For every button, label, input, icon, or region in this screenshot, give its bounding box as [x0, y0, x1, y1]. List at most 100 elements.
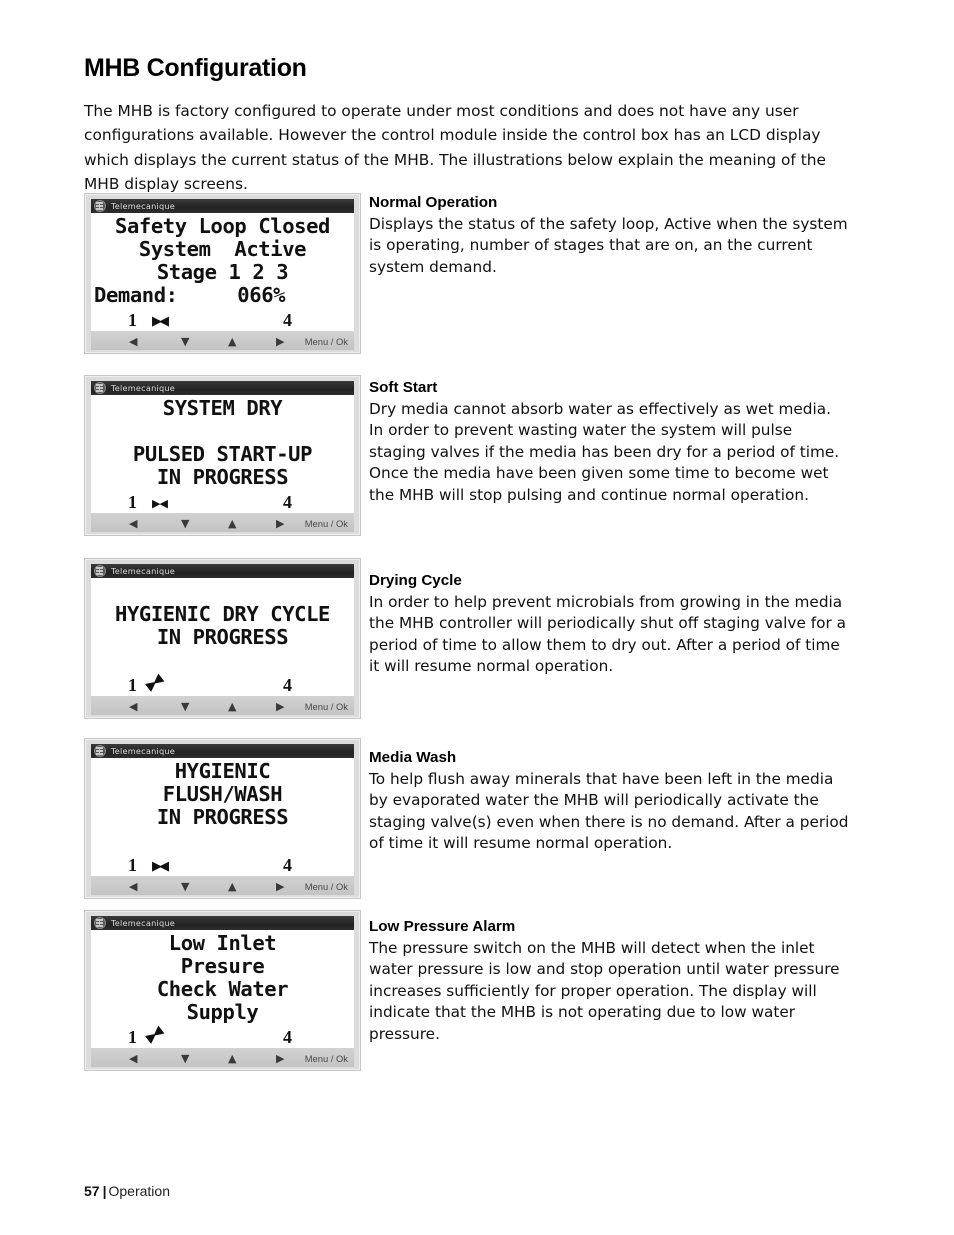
lcd-text-line: System Active	[138, 238, 307, 261]
menu-ok-button[interactable]: Menu / Ok	[305, 336, 348, 347]
footer-separator: |	[102, 1183, 107, 1199]
device-brand-label: Telemecanique	[111, 200, 175, 211]
right-arrow-button[interactable]: ▶	[276, 881, 284, 892]
softkey-indicator-1: 1	[128, 310, 137, 330]
document-page: MHB Configuration The MHB is factory con…	[0, 0, 954, 1235]
softkey-arrow-pair-icon: ▶◀	[152, 314, 169, 329]
lcd-device-body: Telemecanique HYGIENIC DRY CYCLE IN PROGR…	[91, 564, 354, 715]
section-text-block: Normal Operation Displays the status of t…	[369, 193, 849, 278]
up-arrow-button[interactable]: ▲	[228, 336, 236, 347]
lcd-text-line: SYSTEM DRY	[162, 397, 283, 420]
device-brand-label: Telemecanique	[111, 565, 175, 576]
telemecanique-logo-icon	[92, 199, 107, 213]
section-body-text: In order to help prevent microbials from…	[369, 593, 846, 676]
lcd-text-line: IN PROGRESS	[156, 806, 289, 829]
down-arrow-button[interactable]: ▼	[181, 518, 189, 529]
section-body-text: To help flush away minerals that have be…	[369, 770, 849, 853]
telemecanique-logo-icon	[92, 381, 107, 395]
softkey-indicator-4: 4	[283, 1027, 292, 1047]
telemecanique-logo-icon	[92, 744, 107, 758]
section-body-text: Displays the status of the safety loop, …	[369, 215, 848, 276]
device-brand-label: Telemecanique	[111, 745, 175, 756]
section-text-block: Soft Start Dry media cannot absorb water …	[369, 378, 849, 506]
softkey-indicator-1: 1	[128, 492, 137, 512]
lcd-screen: Low Inlet Presure Check Water Supply 1 ▶◀ 4	[91, 930, 354, 1048]
lcd-text-line	[94, 829, 351, 852]
section-heading: Normal Operation	[369, 194, 498, 211]
lcd-device-body: Telemecanique HYGIENIC FLUSH/WASH IN PROGRE…	[91, 744, 354, 895]
up-arrow-button[interactable]: ▲	[228, 518, 236, 529]
down-arrow-button[interactable]: ▼	[181, 1053, 189, 1064]
softkey-arrow-pair-icon: ▶◀	[143, 1025, 164, 1046]
section-heading: Low Pressure Alarm	[369, 918, 516, 935]
page-footer: 57 | Operation	[84, 1182, 170, 1200]
device-titlebar: Telemecanique	[91, 744, 354, 758]
right-arrow-button[interactable]: ▶	[276, 701, 284, 712]
up-arrow-button[interactable]: ▲	[228, 701, 236, 712]
device-button-bar: ◀ ▼ ▲ ▶ Menu / Ok	[91, 1048, 354, 1067]
left-arrow-button[interactable]: ◀	[129, 518, 137, 529]
lcd-screen: HYGIENIC FLUSH/WASH IN PROGRESS 1 ▶◀ 4	[91, 758, 354, 876]
softkey-indicator-4: 4	[283, 855, 292, 875]
lcd-text-line: Demand: 066%	[94, 284, 286, 307]
lcd-text-line: HYGIENIC	[174, 760, 271, 783]
section-heading: Media Wash	[369, 749, 457, 766]
lcd-softkey-row: 1 ▶◀ 4	[94, 1024, 351, 1047]
section-text-block: Media Wash To help flush away minerals th…	[369, 748, 849, 855]
section-heading: Soft Start	[369, 379, 438, 396]
footer-section-label: Operation	[108, 1183, 170, 1199]
lcd-text-line: IN PROGRESS	[156, 626, 289, 649]
section-body-text: Dry media cannot absorb water as effecti…	[369, 400, 840, 504]
left-arrow-button[interactable]: ◀	[129, 701, 137, 712]
device-button-bar: ◀ ▼ ▲ ▶ Menu / Ok	[91, 331, 354, 350]
lcd-device: Telemecanique HYGIENIC DRY CYCLE IN PROGR…	[84, 558, 361, 719]
lcd-softkey-row: 1 ▶◀ 4	[94, 307, 351, 330]
softkey-indicator-1: 1	[128, 675, 137, 695]
device-titlebar: Telemecanique	[91, 916, 354, 930]
section-body-text: The pressure switch on the MHB will dete…	[369, 939, 840, 1043]
device-brand-label: Telemecanique	[111, 382, 175, 393]
intro-paragraph: The MHB is factory configured to operate…	[84, 102, 826, 194]
lcd-text-line: FLUSH/WASH	[162, 783, 283, 806]
menu-ok-button[interactable]: Menu / Ok	[305, 881, 348, 892]
lcd-text-line: Stage 1 2 3	[156, 261, 289, 284]
softkey-indicator-4: 4	[283, 310, 292, 330]
softkey-arrow-pair-icon: ▶◀	[152, 859, 169, 874]
device-titlebar: Telemecanique	[91, 199, 354, 213]
lcd-text-line: PULSED START-UP	[132, 443, 313, 466]
softkey-arrow-pair-icon: ▶◀	[143, 673, 164, 694]
menu-ok-button[interactable]: Menu / Ok	[305, 1053, 348, 1064]
lcd-text-line: HYGIENIC DRY CYCLE	[115, 603, 330, 626]
lcd-softkey-row: 1 ▶◀ 4	[94, 852, 351, 875]
page-title: MHB Configuration	[84, 54, 307, 82]
softkey-indicator-1: 1	[128, 1027, 137, 1047]
left-arrow-button[interactable]: ◀	[129, 336, 137, 347]
up-arrow-button[interactable]: ▲	[228, 1053, 236, 1064]
telemecanique-logo-icon	[92, 916, 107, 930]
left-arrow-button[interactable]: ◀	[129, 1053, 137, 1064]
lcd-device: Telemecanique Safety Loop Closed System Ac…	[84, 193, 361, 354]
down-arrow-button[interactable]: ▼	[181, 336, 189, 347]
softkey-arrow-pair-icon: ▶◀	[152, 497, 168, 510]
lcd-text-line	[94, 580, 351, 603]
lcd-device-body: Telemecanique Safety Loop Closed System Ac…	[91, 199, 354, 350]
footer-page-number: 57	[84, 1183, 100, 1199]
section-text-block: Low Pressure Alarm The pressure switch on…	[369, 917, 849, 1045]
menu-ok-button[interactable]: Menu / Ok	[305, 701, 348, 712]
right-arrow-button[interactable]: ▶	[276, 1053, 284, 1064]
lcd-text-line: Check Water	[156, 978, 289, 1001]
right-arrow-button[interactable]: ▶	[276, 336, 284, 347]
right-arrow-button[interactable]: ▶	[276, 518, 284, 529]
down-arrow-button[interactable]: ▼	[181, 881, 189, 892]
down-arrow-button[interactable]: ▼	[181, 701, 189, 712]
lcd-screen: SYSTEM DRY PULSED START-UP IN PROGRESS 1 ▶◀…	[91, 395, 354, 513]
device-button-bar: ◀ ▼ ▲ ▶ Menu / Ok	[91, 696, 354, 715]
device-titlebar: Telemecanique	[91, 564, 354, 578]
lcd-text-line: Safety Loop Closed	[115, 215, 330, 238]
softkey-indicator-4: 4	[283, 492, 292, 512]
lcd-screen: Safety Loop Closed System Active Stage 1 2…	[91, 213, 354, 331]
device-button-bar: ◀ ▼ ▲ ▶ Menu / Ok	[91, 876, 354, 895]
menu-ok-button[interactable]: Menu / Ok	[305, 518, 348, 529]
left-arrow-button[interactable]: ◀	[129, 881, 137, 892]
up-arrow-button[interactable]: ▲	[228, 881, 236, 892]
